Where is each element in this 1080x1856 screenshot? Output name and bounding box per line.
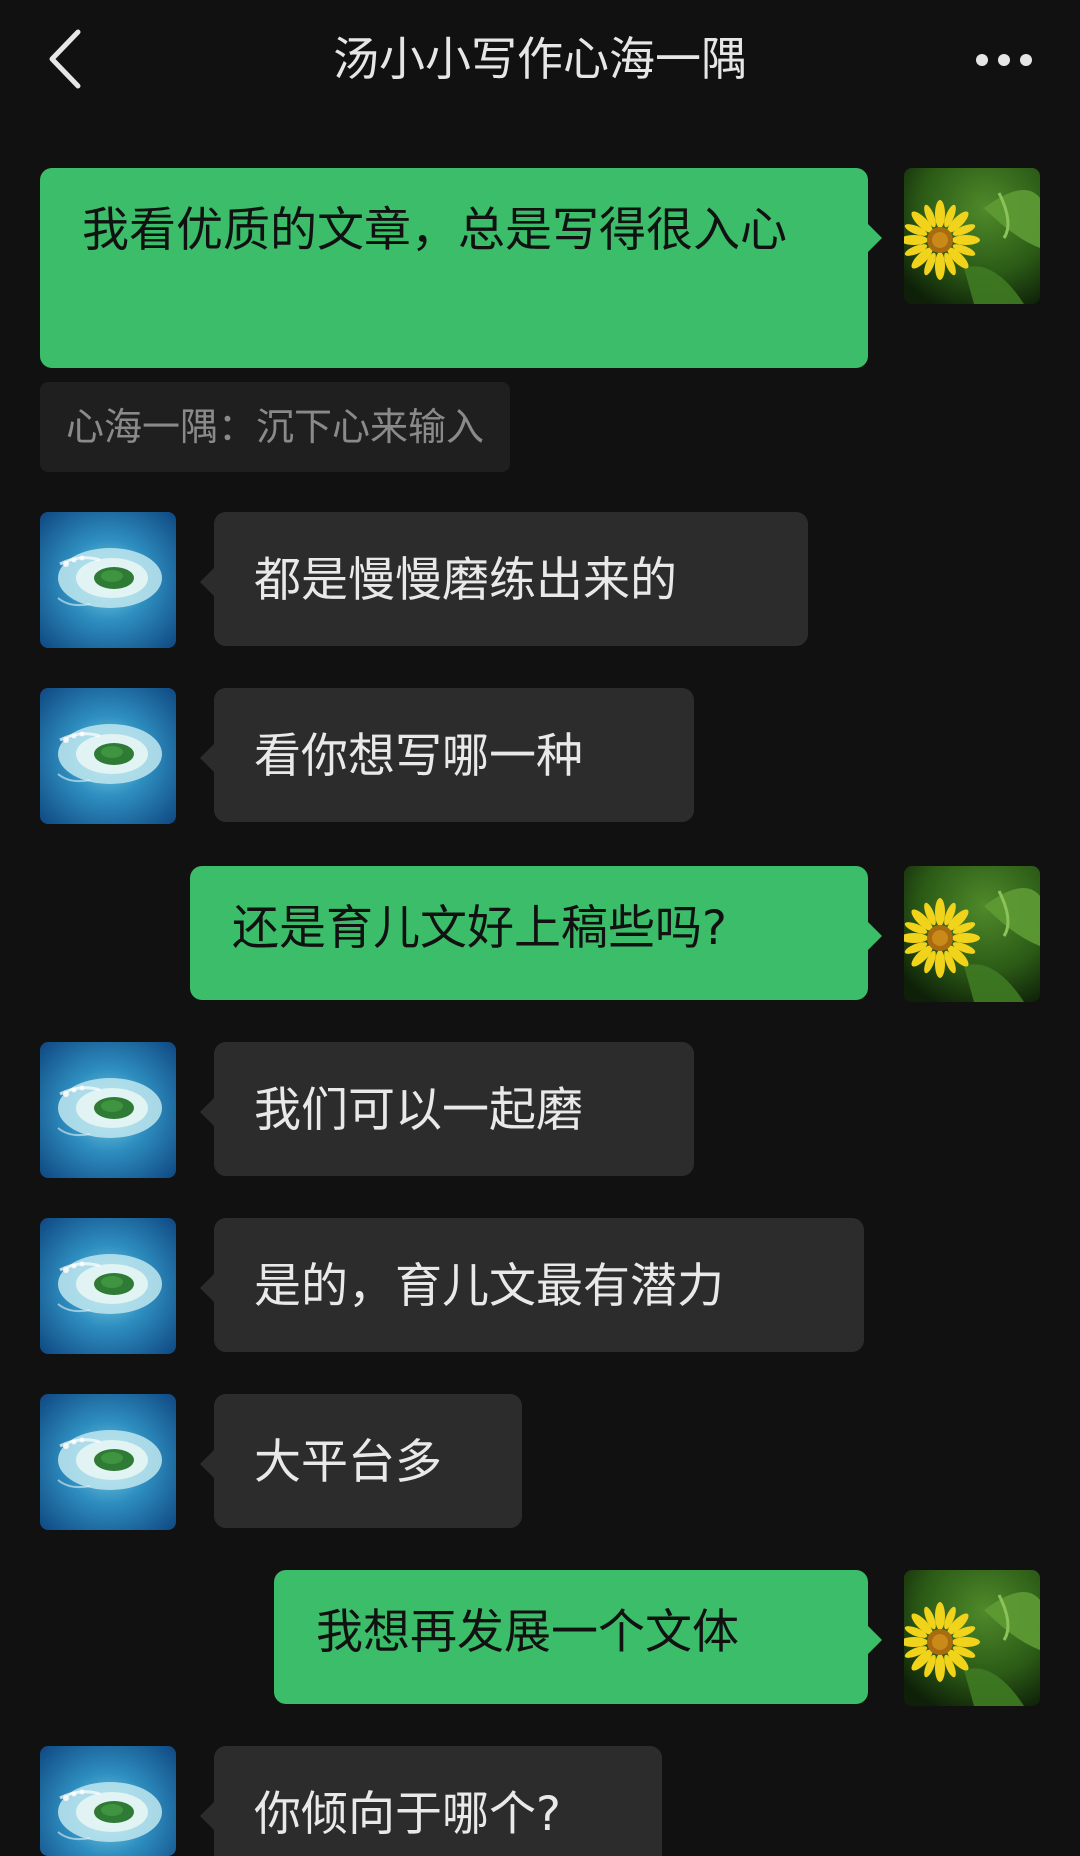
message-bubble[interactable]: 都是慢慢磨练出来的	[200, 512, 808, 646]
message-text: 你倾向于哪个?	[254, 1787, 561, 1842]
sunflower-avatar[interactable]	[904, 1570, 1040, 1706]
more-horizontal-icon	[976, 54, 1032, 66]
back-button[interactable]	[36, 22, 96, 96]
message-text: 还是育儿文好上稿些吗?	[232, 901, 727, 956]
island-avatar[interactable]	[40, 1042, 176, 1178]
island-avatar[interactable]	[40, 1394, 176, 1530]
message-text: 是的，育儿文最有潜力	[254, 1259, 724, 1314]
message-bubble[interactable]: 看你想写哪一种	[200, 688, 694, 822]
island-avatar[interactable]	[40, 512, 176, 648]
message-text: 我看优质的文章，总是写得很入心	[82, 203, 787, 258]
message-bubble[interactable]: 我看优质的文章，总是写得很入心	[40, 168, 882, 368]
message-text: 我们可以一起磨	[254, 1083, 583, 1138]
message-bubble[interactable]: 还是育儿文好上稿些吗?	[190, 866, 882, 1000]
chat-header: 汤小小写作心海一隅	[0, 0, 1080, 120]
sunflower-avatar[interactable]	[904, 866, 1040, 1002]
message-text: 看你想写哪一种	[254, 729, 583, 784]
message-text: 大平台多	[254, 1435, 442, 1490]
message-bubble[interactable]: 大平台多	[200, 1394, 522, 1528]
quoted-reply[interactable]: 心海一隅：沉下心来输入	[40, 382, 511, 472]
message-bubble[interactable]: 你倾向于哪个?	[200, 1746, 662, 1856]
island-avatar[interactable]	[40, 688, 176, 824]
message-text: 都是慢慢磨练出来的	[254, 553, 677, 608]
island-avatar[interactable]	[40, 1218, 176, 1354]
message-bubble[interactable]: 我想再发展一个文体	[274, 1570, 882, 1704]
sunflower-avatar[interactable]	[904, 168, 1040, 304]
message-text: 我想再发展一个文体	[316, 1605, 739, 1660]
island-avatar[interactable]	[40, 1746, 176, 1856]
more-button[interactable]	[964, 40, 1044, 80]
chevron-left-icon	[49, 29, 81, 89]
chat-title: 汤小小写作心海一隅	[333, 32, 747, 86]
message-bubble[interactable]: 我们可以一起磨	[200, 1042, 694, 1176]
message-bubble[interactable]: 是的，育儿文最有潜力	[200, 1218, 864, 1352]
